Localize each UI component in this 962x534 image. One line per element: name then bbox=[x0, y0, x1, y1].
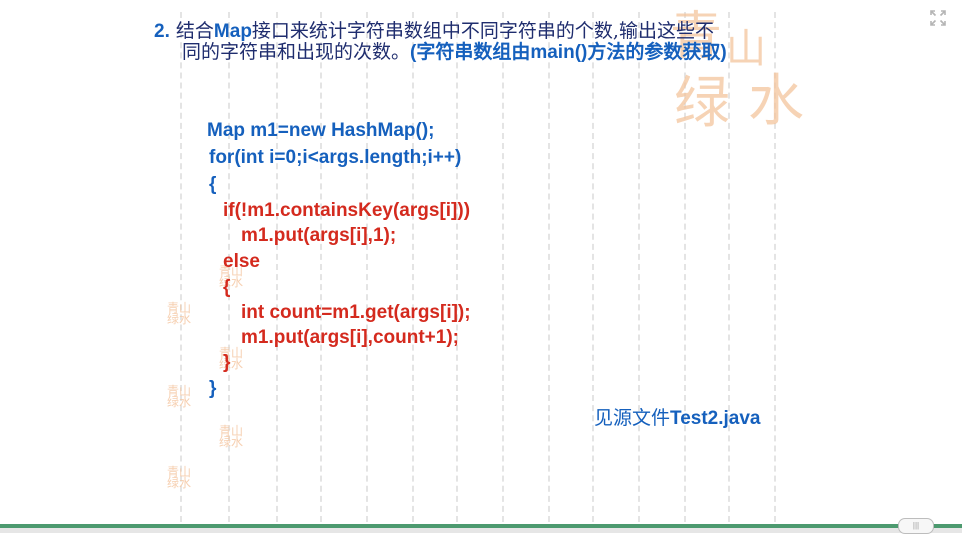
scroll-handle[interactable]: ||| bbox=[898, 518, 934, 534]
heading-text: 接口来统计字符串数组中不同字符串的个数,输出这些不 bbox=[251, 20, 714, 42]
scroll-grip-icon: ||| bbox=[912, 521, 920, 530]
scroll-track[interactable] bbox=[0, 528, 962, 533]
code-line: if(!m1.containsKey(args[i])) bbox=[223, 200, 471, 221]
code-line: for(int i=0;i<args.length;i++) bbox=[209, 147, 462, 168]
grid-line bbox=[502, 12, 504, 522]
code-line: { bbox=[209, 174, 217, 195]
code-line: m1.put(args[i],count+1); bbox=[241, 327, 459, 348]
heading-paren-text: (字符串数组由 bbox=[410, 42, 531, 63]
grid-line bbox=[592, 12, 594, 522]
heading-paren-text: 方法的参数获取) bbox=[587, 42, 727, 63]
grid-line bbox=[276, 12, 278, 522]
grid-line bbox=[456, 12, 458, 522]
code-line: Map m1=new HashMap(); bbox=[207, 120, 435, 141]
heading-keyword-map: Map bbox=[213, 21, 252, 42]
seal-watermark: 青山 绿水 bbox=[166, 384, 191, 409]
fullscreen-icon bbox=[930, 10, 946, 26]
heading-keyword-main: main() bbox=[530, 42, 588, 63]
grid-line bbox=[180, 12, 182, 522]
grid-line bbox=[320, 12, 322, 522]
heading-line-2: 同的字符串和出现的次数。(字符串数组由main()方法的参数获取) bbox=[154, 41, 794, 64]
seal-watermark: 青山 绿水 bbox=[166, 465, 191, 490]
fullscreen-button[interactable] bbox=[928, 9, 948, 29]
code-line: int count=m1.get(args[i]); bbox=[241, 302, 471, 323]
seal-watermark: 青山 绿水 bbox=[166, 301, 191, 326]
heading-text: 结合 bbox=[175, 20, 214, 42]
code-line: } bbox=[223, 352, 231, 373]
grid-line bbox=[548, 12, 550, 522]
task-number: 2. bbox=[154, 21, 170, 42]
source-file-note: 见源文件Test2.java bbox=[594, 403, 761, 430]
code-line: } bbox=[209, 378, 217, 399]
code-line: { bbox=[223, 277, 231, 298]
grid-line bbox=[366, 12, 368, 522]
seal-watermark: 青山 绿水 bbox=[218, 424, 243, 449]
seal-watermark: 青山 绿水 bbox=[218, 346, 243, 371]
code-line: m1.put(args[i],1); bbox=[241, 225, 397, 246]
note-prefix: 见源文件 bbox=[594, 407, 671, 429]
note-filename: Test2.java bbox=[670, 408, 761, 429]
task-heading: 2. 结合Map接口来统计字符串数组中不同字符串的个数,输出这些不 同的字符串和… bbox=[154, 20, 794, 64]
grid-line bbox=[638, 12, 640, 522]
code-line: else bbox=[223, 251, 260, 272]
slide: 青山绿水 青山 绿水 青山 绿水 青山 绿水 青山 绿水 青山 绿水 青山 绿水 2. 结合… bbox=[0, 0, 962, 534]
heading-text: 同的字符串和出现的次数。 bbox=[182, 41, 411, 63]
grid-line bbox=[412, 12, 414, 522]
